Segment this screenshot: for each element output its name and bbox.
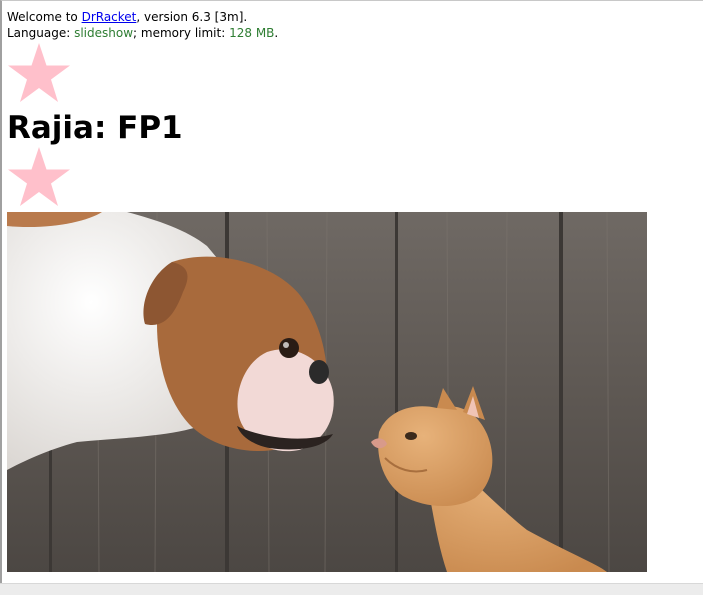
- welcome-line: Welcome to DrRacket, version 6.3 [3m].: [7, 9, 278, 25]
- language-line: Language: slideshow; memory limit: 128 M…: [7, 25, 278, 41]
- slide-title: Rajia: FP1: [7, 110, 183, 146]
- welcome-banner: Welcome to DrRacket, version 6.3 [3m]. L…: [7, 9, 278, 41]
- pink-star-icon: [8, 43, 70, 102]
- version-text: , version 6.3 [3m].: [136, 10, 248, 24]
- dog-and-cat-photo: [7, 212, 647, 572]
- status-strip: [0, 583, 703, 595]
- drracket-link[interactable]: DrRacket: [82, 10, 137, 24]
- language-value: slideshow: [74, 26, 134, 40]
- welcome-prefix: Welcome to: [7, 10, 82, 24]
- memory-value: 128 MB: [229, 26, 275, 40]
- pink-star-icon: [8, 147, 70, 206]
- memory-prefix: ; memory limit:: [133, 26, 230, 40]
- language-prefix: Language:: [7, 26, 75, 40]
- memory-suffix: .: [274, 26, 279, 40]
